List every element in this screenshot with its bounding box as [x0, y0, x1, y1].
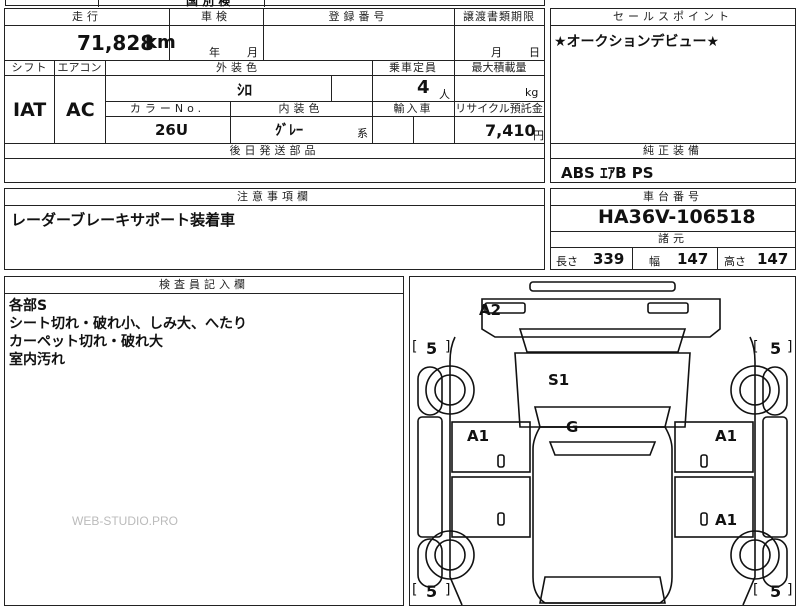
- inspector-box: 検査員記入欄 各部S シート切れ・破れ小、しみ大、へたり カーペット切れ・破れ大…: [4, 276, 404, 606]
- damage-mark-a1-right: A1: [715, 427, 738, 445]
- sales-point-header: セールスポイント: [613, 10, 733, 23]
- capacity-value: 4: [417, 77, 430, 98]
- damage-mark-a1-left: A1: [467, 427, 490, 445]
- shift-header: シフト: [11, 61, 48, 74]
- notes-box: 注意事項欄 レーダーブレーキサポート装着車: [4, 188, 545, 270]
- transfer-deadline-header: 譲渡書類期限: [463, 10, 535, 23]
- mileage-header: 走行: [72, 10, 102, 23]
- registration-header: 登録番号: [328, 10, 389, 23]
- color-no-header: カラーNo.: [129, 102, 206, 115]
- exterior-color-value: ｼﾛ: [237, 81, 253, 99]
- transfer-day-label: 日: [529, 46, 540, 59]
- tire-rr-bracket-open: [: [753, 582, 759, 598]
- mileage-unit: km: [145, 32, 176, 53]
- chassis-header: 車台番号: [643, 190, 703, 203]
- capacity-header: 乗車定員: [389, 61, 437, 74]
- mileage-value: 71,828: [77, 31, 155, 55]
- tire-fl-bracket-close: ]: [445, 339, 451, 355]
- damage-mark-g: G: [566, 418, 579, 436]
- later-parts-header: 後日発送部品: [229, 144, 320, 157]
- capacity-unit: 人: [439, 88, 450, 101]
- transfer-month-label: 月: [491, 46, 502, 59]
- watermark: WEB-STUDIO.PRO: [72, 514, 179, 528]
- tire-rr-score: 5: [770, 582, 782, 601]
- damage-mark-s1: S1: [548, 371, 570, 389]
- damage-mark-a2: A2: [479, 301, 502, 319]
- sales-point-text: ★オークションデビュー★: [554, 34, 720, 50]
- inspection-year-label: 年: [209, 46, 220, 59]
- recycle-value: 7,410: [485, 121, 536, 140]
- tire-fr-score: 5: [770, 339, 782, 358]
- recycle-header: リサイクル預託金: [455, 102, 543, 115]
- chassis-value: HA36V-106518: [598, 206, 756, 228]
- inspector-line-4: 室内汚れ: [9, 352, 65, 368]
- tire-rl-bracket-open: [: [412, 582, 418, 598]
- tire-rr-bracket-close: ]: [787, 582, 793, 598]
- chassis-box: 車台番号 HA36V-106518 諸元 長さ 339 幅 147 高さ 147: [550, 188, 796, 270]
- aircon-value: AC: [66, 99, 95, 121]
- specs-header: 諸元: [658, 232, 688, 245]
- length-value: 339: [593, 250, 625, 268]
- shift-value: IAT: [13, 99, 47, 121]
- interior-color-value: ｸﾞﾚｰ: [275, 123, 303, 139]
- inspector-line-3: カーペット切れ・破れ大: [9, 334, 163, 350]
- genuine-equipment-text: ABS ｴｱB PS: [561, 164, 654, 182]
- color-no-value: 26U: [155, 121, 189, 139]
- max-load-unit: kg: [525, 86, 539, 99]
- tire-fr-bracket-close: ]: [787, 339, 793, 355]
- vehicle-info-grid: 走行 車検 登録番号 譲渡書類期限 71,828 km 年 月 月 日 シフト …: [4, 8, 545, 183]
- tire-fr-bracket-open: [: [753, 339, 759, 355]
- aircon-header: エアコン: [57, 61, 102, 74]
- inspector-line-2: シート切れ・破れ小、しみ大、へたり: [9, 316, 247, 332]
- height-label: 高さ: [724, 255, 746, 268]
- inspector-header: 検査員記入欄: [159, 278, 249, 291]
- recycle-unit: 円: [533, 129, 544, 142]
- notes-header: 注意事項欄: [237, 190, 312, 203]
- width-label: 幅: [649, 255, 660, 268]
- width-value: 147: [677, 250, 709, 268]
- height-value: 147: [757, 250, 789, 268]
- import-header: 輸入車: [393, 102, 433, 115]
- interior-color-header: 内装色: [278, 102, 324, 115]
- interior-color-suffix: 系: [357, 127, 368, 140]
- genuine-equipment-header: 純正装備: [643, 144, 703, 157]
- damage-mark-a1-right-rear: A1: [715, 511, 738, 529]
- tire-fl-score: 5: [426, 339, 438, 358]
- tire-rl-bracket-close: ]: [445, 582, 451, 598]
- length-label: 長さ: [556, 255, 578, 268]
- inspection-header: 車検: [201, 10, 231, 23]
- tire-fl-bracket-open: [: [412, 339, 418, 355]
- inspector-line-1: 各部S: [9, 298, 48, 314]
- top-strip: 国 別 検: [5, 0, 545, 8]
- tire-rl-score: 5: [426, 582, 438, 601]
- vehicle-diagram: [ 5 ] [ 5 ] [ 5 ] [ 5 ] A2 S1 G A1 A1 A1: [409, 276, 796, 606]
- notes-text: レーダーブレーキサポート装着車: [11, 211, 236, 229]
- exterior-color-header: 外装色: [216, 61, 261, 74]
- inspection-month-label: 月: [247, 46, 258, 59]
- max-load-header: 最大積載量: [471, 61, 527, 74]
- sales-point-box: セールスポイント ★オークションデビュー★ 純正装備 ABS ｴｱB PS: [550, 8, 796, 183]
